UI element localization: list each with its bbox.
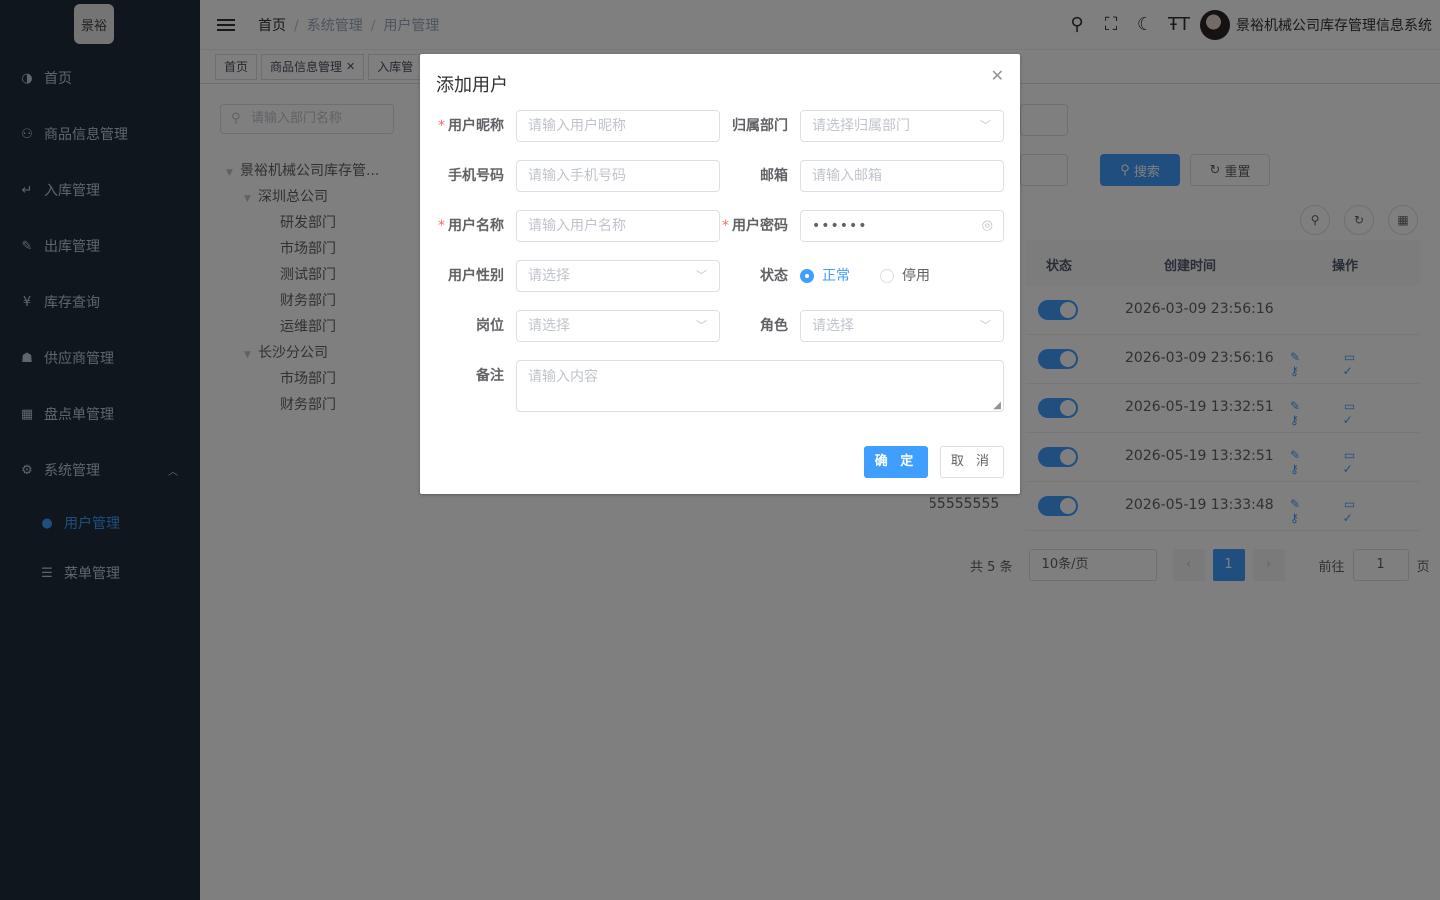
status-label: 状态 [760, 268, 788, 284]
dialog-title: 添加用户 [436, 75, 508, 96]
close-icon[interactable]: ✕ [991, 66, 1004, 85]
username-field[interactable]: 请输入用户名称 [516, 210, 720, 242]
username-label: * 用户名称 [438, 218, 504, 234]
password-field[interactable]: •••••• ◎ [800, 210, 1004, 242]
sex-label: 用户性别 [448, 268, 504, 284]
add-user-dialog: 添加用户 ✕ * 用户昵称 请输入用户昵称 归属部门 请选择归属部门 ﹀ 手机号码 … [420, 54, 1020, 494]
confirm-button[interactable]: 确 定 [864, 446, 928, 478]
email-field[interactable]: 请输入邮箱 [800, 160, 1004, 192]
cancel-button[interactable]: 取 消 [940, 446, 1004, 478]
nickname-label: * 用户昵称 [438, 118, 504, 134]
resize-grip-icon[interactable]: ◢ [993, 400, 1001, 411]
radio-dot [800, 269, 814, 283]
password-label: * 用户密码 [722, 218, 788, 234]
status-radio-disabled[interactable]: 停用 [880, 260, 930, 292]
phone-field[interactable]: 请输入手机号码 [516, 160, 720, 192]
radio-dot [880, 269, 894, 283]
status-radio-normal[interactable]: 正常 [800, 260, 850, 292]
remark-label: 备注 [476, 368, 504, 384]
nickname-field[interactable]: 请输入用户昵称 [516, 110, 720, 142]
post-label: 岗位 [476, 318, 504, 334]
chevron-down-icon: ﹀ [980, 319, 991, 332]
remark-textarea[interactable]: 请输入内容 ◢ [516, 360, 1004, 412]
role-label: 角色 [760, 318, 788, 334]
email-label: 邮箱 [760, 168, 788, 184]
dept-label: 归属部门 [732, 118, 788, 134]
phone-label: 手机号码 [448, 168, 504, 184]
post-select[interactable]: 请选择 ﹀ [516, 310, 720, 342]
eye-off-icon[interactable]: ◎ [982, 211, 993, 241]
dept-select[interactable]: 请选择归属部门 ﹀ [800, 110, 1004, 142]
sex-select[interactable]: 请选择 ﹀ [516, 260, 720, 292]
chevron-down-icon: ﹀ [980, 119, 991, 132]
role-select[interactable]: 请选择 ﹀ [800, 310, 1004, 342]
